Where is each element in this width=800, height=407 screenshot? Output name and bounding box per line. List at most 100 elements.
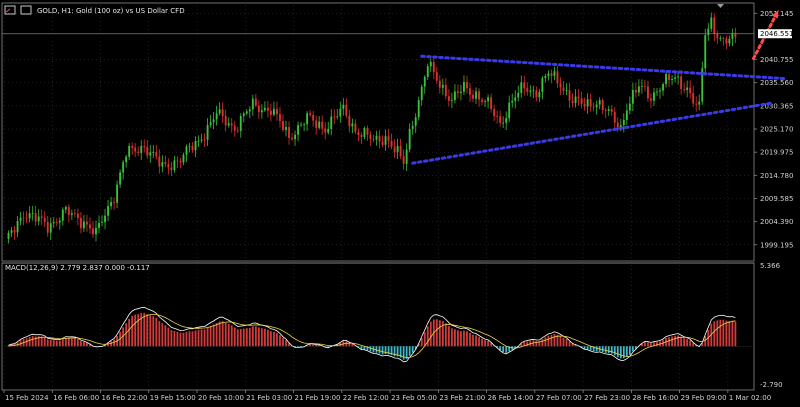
date-tick-label: 28 Feb 16:00	[632, 394, 678, 402]
macd-histogram-bar	[263, 328, 266, 347]
candle-body	[218, 109, 221, 114]
candle-body	[279, 114, 281, 122]
candle-body	[37, 216, 40, 222]
macd-histogram-bar	[152, 316, 155, 347]
candle-body	[405, 149, 408, 164]
candle-body	[577, 96, 580, 99]
candle-body	[348, 115, 351, 127]
candle-body	[98, 222, 100, 228]
candle-body	[523, 82, 526, 89]
macd-histogram-bar	[686, 338, 689, 347]
macd-histogram-bar	[146, 314, 149, 347]
candle-body	[64, 207, 67, 210]
macd-histogram-bar	[227, 323, 230, 347]
candle-body	[107, 206, 109, 216]
macd-histogram-bar	[423, 332, 426, 347]
candle-body	[76, 213, 79, 218]
candle-body	[46, 222, 49, 233]
macd-histogram-bar	[610, 346, 613, 354]
candle-body	[119, 172, 122, 185]
macd-histogram-bar	[245, 328, 248, 347]
macd-histogram-bar	[73, 338, 76, 347]
macd-histogram-bar	[236, 329, 239, 347]
candle-body	[357, 131, 360, 135]
candle-body	[303, 124, 306, 126]
candle-body	[236, 130, 239, 132]
candle-body	[526, 88, 529, 92]
candle-body	[146, 146, 149, 156]
macd-histogram-bar	[731, 320, 734, 347]
macd-histogram-bar	[402, 346, 405, 360]
candle-body	[79, 217, 82, 229]
candle-body	[435, 72, 438, 81]
candle-body	[538, 92, 541, 98]
macd-histogram-bar	[312, 344, 315, 347]
candle-body	[460, 91, 462, 93]
macd-histogram-bar	[408, 346, 411, 356]
candle-body	[487, 97, 490, 102]
macd-histogram-bar	[137, 314, 140, 347]
date-tick-label: 15 Feb 2024	[5, 394, 49, 402]
price-tick-label: 1999.195	[760, 241, 793, 249]
candle-body	[574, 96, 577, 104]
date-tick-label: 26 Feb 14:00	[488, 394, 534, 402]
candle-body	[43, 217, 46, 223]
macd-histogram-bar	[179, 332, 182, 347]
candle-body	[273, 108, 275, 115]
candle-body	[179, 160, 182, 163]
candle-body	[360, 134, 363, 137]
candle-body	[680, 76, 683, 90]
candle-body	[25, 217, 28, 219]
candle-body	[378, 135, 381, 142]
candle-body	[233, 125, 236, 131]
macd-histogram-bar	[680, 336, 683, 347]
candle-body	[140, 145, 143, 153]
chart-canvas[interactable]: GOLD, H1: Gold (100 oz) vs US Dollar CFD…	[0, 0, 800, 407]
candle-body	[266, 107, 269, 111]
candle-body	[562, 87, 565, 91]
candle-body	[532, 90, 535, 92]
macd-histogram-bar	[185, 331, 188, 347]
candle-body	[86, 221, 88, 225]
macd-histogram-bar	[677, 335, 680, 347]
candle-body	[197, 140, 200, 142]
macd-histogram-bar	[631, 346, 634, 352]
candle-body	[101, 222, 103, 223]
candle-body	[61, 209, 64, 221]
macd-histogram-bar	[170, 330, 173, 347]
macd-histogram-bar	[559, 336, 562, 347]
candle-body	[10, 230, 13, 233]
macd-histogram-bar	[619, 346, 622, 359]
candle-body	[251, 98, 254, 110]
candle-body	[315, 120, 318, 128]
date-tick-label: 23 Feb 21:00	[439, 394, 485, 402]
date-tick-label: 27 Feb 23:00	[584, 394, 630, 402]
candle-body	[505, 118, 508, 123]
price-tick-label: 2025.170	[760, 126, 793, 134]
macd-histogram-bar	[683, 338, 686, 347]
candle-body	[239, 115, 242, 131]
candle-body	[544, 75, 547, 79]
macd-histogram-bar	[131, 316, 134, 347]
macd-histogram-bar	[444, 323, 447, 347]
candle-body	[423, 76, 426, 87]
candle-body	[263, 107, 266, 111]
current-price-text: 2046.551	[760, 30, 793, 38]
window-title-text: GOLD, H1: Gold (100 oz) vs US Dollar CFD	[37, 7, 185, 15]
candle-body	[607, 109, 610, 111]
price-tick-label: 2014.780	[760, 172, 793, 180]
candle-body	[384, 136, 387, 145]
macd-histogram-bar	[161, 323, 164, 347]
macd-histogram-bar	[149, 315, 152, 347]
macd-histogram-bar	[734, 321, 737, 347]
macd-histogram-bar	[40, 336, 43, 347]
candle-body	[345, 104, 348, 116]
macd-histogram-bar	[360, 346, 363, 350]
candle-body	[625, 110, 628, 120]
macd-histogram-bar	[544, 337, 547, 347]
macd-histogram-bar	[381, 346, 384, 355]
price-tick-label: 2019.975	[760, 149, 793, 157]
date-tick-label: 23 Feb 05:00	[391, 394, 437, 402]
macd-histogram-bar	[276, 333, 278, 347]
candle-body	[665, 73, 667, 85]
